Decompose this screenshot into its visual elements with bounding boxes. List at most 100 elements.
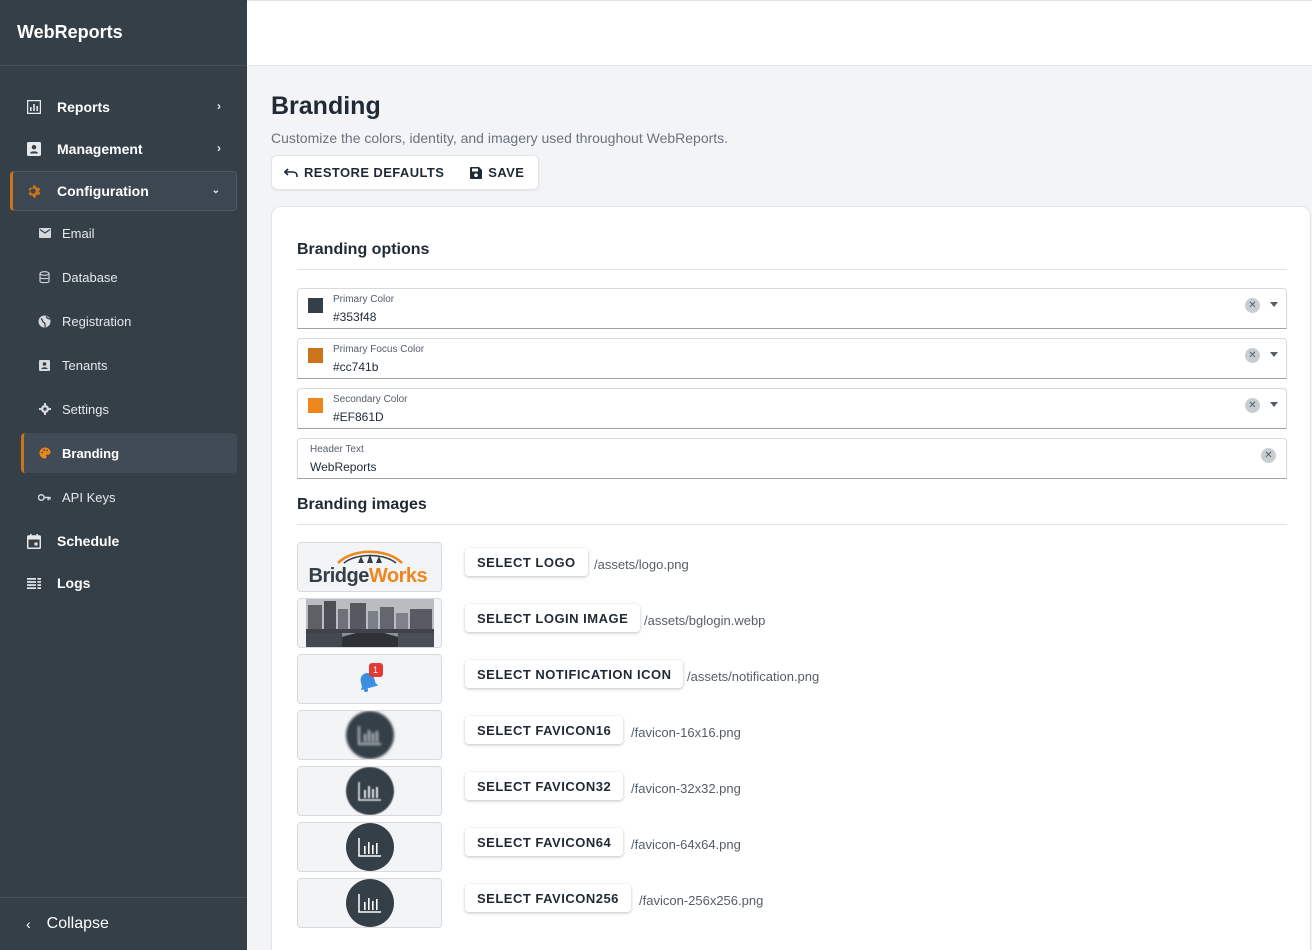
favicon32-thumbnail	[297, 766, 442, 816]
field-label: Primary Color	[333, 294, 395, 305]
login-image-thumbnail	[297, 598, 442, 648]
logo-row: BridgeWorks SELECT LOGO /assets/logo.png	[297, 542, 1287, 592]
clear-icon[interactable]: ✕	[1245, 398, 1260, 413]
branding-images-title: Branding images	[297, 496, 427, 513]
select-favicon64-button[interactable]: SELECT FAVICON64	[465, 828, 624, 856]
restore-defaults-label: RESTORE DEFAULTS	[304, 165, 445, 180]
notification-badge: 1	[368, 663, 383, 677]
collapse-label: Collapse	[46, 915, 109, 932]
color-swatch	[308, 398, 323, 413]
sidebar-item-tenants[interactable]: Tenants	[21, 345, 237, 385]
bridge-arch-icon	[336, 550, 403, 564]
sidebar-item-label: Settings	[62, 401, 109, 417]
select-favicon32-button[interactable]: SELECT FAVICON32	[465, 772, 624, 800]
favicon-chart-icon	[345, 823, 394, 871]
toolbar: RESTORE DEFAULTS SAVE	[271, 155, 540, 190]
select-favicon16-button[interactable]: SELECT FAVICON16	[465, 716, 624, 744]
notification-icon-row: 1 SELECT NOTIFICATION ICON /assets/notif…	[297, 654, 1287, 704]
select-favicon256-button[interactable]: SELECT FAVICON256	[465, 884, 631, 912]
secondary-color-select[interactable]: Secondary Color #EF861D ✕	[297, 388, 1287, 429]
sidebar-item-label: Configuration	[57, 183, 149, 199]
undo-icon	[284, 167, 298, 178]
select-notification-icon-button[interactable]: SELECT NOTIFICATION ICON	[465, 660, 684, 688]
logo-path: /assets/logo.png	[594, 557, 689, 572]
notification-bell-icon: 1	[357, 663, 383, 693]
app-title: WebReports	[0, 0, 247, 66]
sidebar-item-email[interactable]: Email	[21, 213, 237, 253]
sidebar-item-branding[interactable]: Branding	[21, 433, 237, 473]
favicon64-thumbnail	[297, 822, 442, 872]
logo-thumbnail: BridgeWorks	[297, 542, 442, 592]
sidebar-item-schedule[interactable]: Schedule	[10, 521, 237, 561]
divider	[297, 524, 1287, 525]
sidebar-item-label: Tenants	[62, 357, 108, 373]
favicon16-thumbnail	[297, 710, 442, 760]
favicon64-row: SELECT FAVICON64 /favicon-64x64.png	[297, 822, 1287, 872]
sidebar-item-label: Registration	[62, 313, 132, 329]
save-button[interactable]: SAVE	[470, 165, 524, 180]
header-text-input[interactable]: WebReports	[310, 460, 376, 474]
primary-color-select[interactable]: Primary Color #353f48 ✕	[297, 288, 1287, 329]
sidebar-item-settings[interactable]: Settings	[21, 389, 237, 429]
globe-icon	[38, 315, 51, 328]
clear-icon[interactable]: ✕	[1245, 298, 1260, 313]
clear-icon[interactable]: ✕	[1261, 448, 1276, 463]
restore-defaults-button[interactable]: RESTORE DEFAULTS	[284, 165, 444, 180]
favicon64-path: /favicon-64x64.png	[631, 837, 741, 852]
logo-text: BridgeWorks	[308, 565, 428, 587]
main-content: Branding Customize the colors, identity,…	[271, 66, 1311, 950]
city-photo-image	[305, 599, 434, 647]
favicon16-row: SELECT FAVICON16 /favicon-16x16.png	[297, 710, 1287, 760]
sidebar-item-label: Database	[62, 269, 118, 285]
bar-chart-icon	[26, 99, 42, 115]
sidebar-item-logs[interactable]: Logs	[10, 563, 237, 603]
select-logo-button[interactable]: SELECT LOGO	[465, 548, 588, 576]
calendar-icon	[26, 533, 42, 549]
sidebar-item-label: API Keys	[62, 489, 116, 505]
chevron-right-icon: ›	[217, 141, 221, 155]
favicon32-row: SELECT FAVICON32 /favicon-32x32.png	[297, 766, 1287, 816]
login-image-path: /assets/bglogin.webp	[644, 613, 766, 628]
envelope-icon	[38, 227, 51, 240]
floppy-disk-icon	[470, 166, 483, 179]
sidebar-item-reports[interactable]: Reports ›	[10, 87, 237, 127]
database-icon	[38, 270, 51, 284]
sidebar-item-api-keys[interactable]: API Keys	[21, 477, 237, 517]
favicon16-path: /favicon-16x16.png	[631, 725, 741, 740]
header-text-field[interactable]: Header Text WebReports ✕	[297, 438, 1287, 479]
favicon32-path: /favicon-32x32.png	[631, 781, 741, 796]
page-subtitle: Customize the colors, identity, and imag…	[271, 130, 729, 146]
chevron-left-icon: ‹	[26, 916, 31, 932]
primary-focus-color-select[interactable]: Primary Focus Color #cc741b ✕	[297, 338, 1287, 379]
sidebar-item-label: Branding	[62, 445, 120, 461]
notification-thumbnail: 1	[297, 654, 442, 704]
dropdown-arrow-icon[interactable]	[1270, 302, 1278, 307]
dropdown-arrow-icon[interactable]	[1270, 352, 1278, 357]
favicon-chart-icon	[345, 879, 394, 927]
favicon-chart-icon	[345, 711, 394, 759]
favicon-chart-icon	[345, 767, 394, 815]
sidebar-item-label: Logs	[57, 575, 91, 591]
field-value: #EF861D	[333, 410, 384, 424]
field-value: #353f48	[333, 310, 377, 324]
sidebar-item-database[interactable]: Database	[21, 257, 237, 297]
branding-options-title: Branding options	[297, 241, 430, 258]
color-swatch	[308, 298, 323, 313]
login-image-row: SELECT LOGIN IMAGE /assets/bglogin.webp	[297, 598, 1287, 648]
sidebar-item-registration[interactable]: Registration	[21, 301, 237, 341]
collapse-button[interactable]: ‹ Collapse	[0, 897, 247, 950]
chevron-right-icon: ›	[217, 99, 221, 113]
favicon256-row: SELECT FAVICON256 /favicon-256x256.png	[297, 878, 1287, 928]
select-login-image-button[interactable]: SELECT LOGIN IMAGE	[465, 604, 641, 632]
branding-card: Branding options Primary Color #353f48 ✕…	[271, 206, 1311, 950]
clear-icon[interactable]: ✕	[1245, 348, 1260, 363]
bridgeworks-logo: BridgeWorks	[308, 545, 432, 589]
id-card-icon	[26, 141, 42, 157]
sidebar-item-label: Management	[57, 141, 143, 157]
field-value: #cc741b	[333, 360, 379, 374]
sidebar-item-management[interactable]: Management ›	[10, 129, 237, 169]
sidebar-item-label: Schedule	[57, 533, 120, 549]
dropdown-arrow-icon[interactable]	[1270, 402, 1278, 407]
page-title: Branding	[271, 92, 381, 120]
sidebar-item-configuration[interactable]: Configuration ⌄	[10, 171, 237, 211]
